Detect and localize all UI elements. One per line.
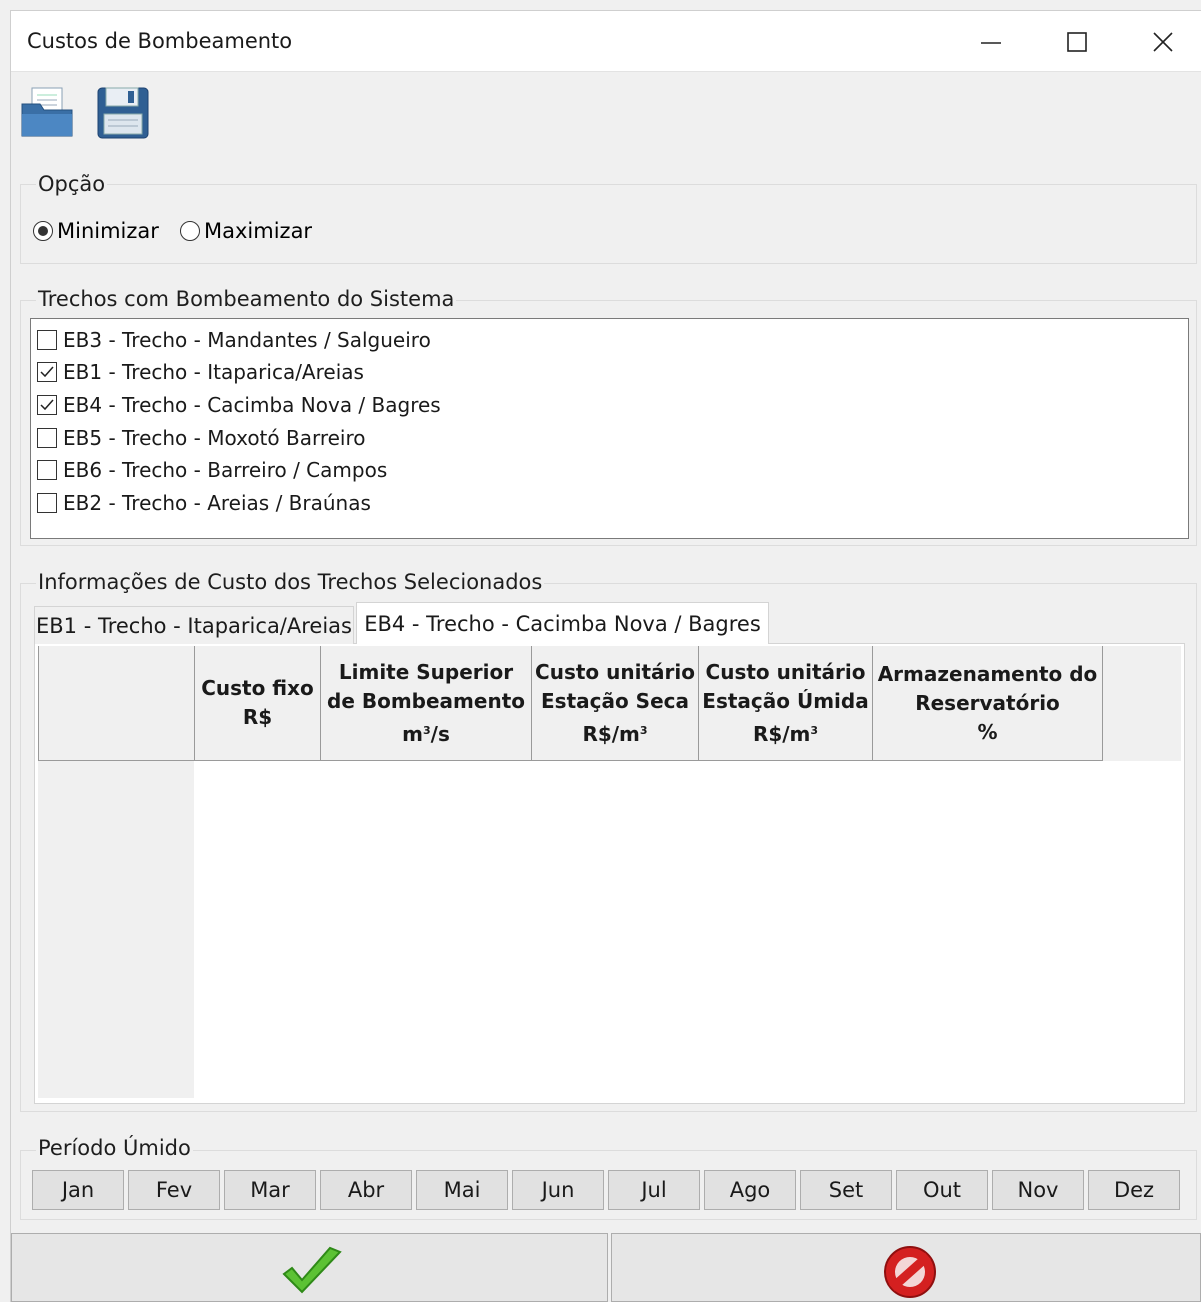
open-button[interactable] (20, 86, 76, 144)
month-button-ago[interactable]: Ago (704, 1170, 796, 1210)
maximize-icon (1067, 32, 1087, 52)
checkbox-unchecked[interactable] (37, 330, 57, 350)
trecho-item-eb3[interactable]: EB3 - Trecho - Mandantes / Salgueiro (37, 325, 431, 355)
checkbox-unchecked[interactable] (37, 428, 57, 448)
tab-eb1[interactable]: EB1 - Trecho - Itaparica/Areias (34, 606, 354, 644)
trechos-checklist[interactable]: EB3 - Trecho - Mandantes / Salgueiro EB1… (30, 318, 1189, 539)
radio-selected-indicator (33, 221, 53, 241)
month-button-fev[interactable]: Fev (128, 1170, 220, 1210)
window-title: Custos de Bombeamento (27, 29, 293, 53)
trecho-item-label: EB3 - Trecho - Mandantes / Salgueiro (63, 328, 431, 352)
maximize-button[interactable] (1035, 11, 1119, 71)
col-header-custo-fixo[interactable]: Custo fixo R$ (195, 646, 321, 761)
col-header-custo-seca[interactable]: Custo unitário Estação Seca R$/m3 (532, 646, 699, 761)
month-button-abr[interactable]: Abr (320, 1170, 412, 1210)
col-header-limite-superior[interactable]: Limite Superior de Bombeamento m3/s (321, 646, 532, 761)
month-button-mar[interactable]: Mar (224, 1170, 316, 1210)
periodo-group-label: Período Úmido (36, 1136, 193, 1160)
floppy-disk-save-icon (97, 87, 149, 139)
open-folder-icon (21, 87, 73, 137)
minimize-icon (981, 42, 1001, 44)
checkmark-icon (40, 399, 54, 411)
month-button-jul[interactable]: Jul (608, 1170, 700, 1210)
close-icon (1153, 32, 1173, 52)
month-button-jan[interactable]: Jan (32, 1170, 124, 1210)
month-button-set[interactable]: Set (800, 1170, 892, 1210)
trecho-item-eb1[interactable]: EB1 - Trecho - Itaparica/Areias (37, 357, 364, 387)
month-button-dez[interactable]: Dez (1088, 1170, 1180, 1210)
red-prohibited-icon (884, 1246, 936, 1298)
opcao-group-label: Opção (36, 172, 108, 196)
trecho-item-label: EB6 - Trecho - Barreiro / Campos (63, 458, 388, 482)
month-button-mai[interactable]: Mai (416, 1170, 508, 1210)
month-button-nov[interactable]: Nov (992, 1170, 1084, 1210)
close-button[interactable] (1121, 11, 1201, 71)
trecho-item-eb6[interactable]: EB6 - Trecho - Barreiro / Campos (37, 455, 387, 485)
info-group-label: Informações de Custo dos Trechos Selecio… (36, 570, 545, 594)
ok-button[interactable] (11, 1233, 608, 1302)
trecho-item-label: EB5 - Trecho - Moxotó Barreiro (63, 426, 366, 450)
trecho-item-label: EB1 - Trecho - Itaparica/Areias (63, 360, 364, 384)
checkmark-icon (40, 366, 54, 378)
trecho-item-eb2[interactable]: EB2 - Trecho - Areias / Braúnas (37, 488, 371, 518)
save-button[interactable] (96, 86, 150, 144)
maximizar-radio[interactable]: Maximizar (180, 219, 312, 243)
checkbox-checked[interactable] (37, 395, 57, 415)
col-header-armazenamento[interactable]: Armazenamento do Reservatório% (873, 646, 1103, 761)
tab-eb4[interactable]: EB4 - Trecho - Cacimba Nova / Bagres (356, 602, 769, 644)
col-header-custo-umida[interactable]: Custo unitário Estação Úmida R$/m3 (699, 646, 873, 761)
cancel-button[interactable] (611, 1233, 1201, 1302)
title-bar: Custos de Bombeamento (11, 11, 1201, 72)
maximizar-label: Maximizar (204, 219, 313, 243)
checkbox-unchecked[interactable] (37, 493, 57, 513)
trechos-group-label: Trechos com Bombeamento do Sistema (36, 287, 457, 311)
trecho-item-eb4[interactable]: EB4 - Trecho - Cacimba Nova / Bagres (37, 390, 441, 420)
minimizar-radio[interactable]: Minimizar (33, 219, 159, 243)
month-button-jun[interactable]: Jun (512, 1170, 604, 1210)
trecho-item-label: EB2 - Trecho - Areias / Braúnas (63, 491, 371, 515)
trecho-item-eb5[interactable]: EB5 - Trecho - Moxotó Barreiro (37, 423, 366, 453)
checkbox-checked[interactable] (37, 362, 57, 382)
grid-header-filler (1103, 646, 1181, 761)
green-checkmark-icon (282, 1246, 342, 1294)
minimize-button[interactable] (949, 11, 1033, 71)
month-button-out[interactable]: Out (896, 1170, 988, 1210)
minimizar-label: Minimizar (57, 219, 159, 243)
trecho-item-label: EB4 - Trecho - Cacimba Nova / Bagres (63, 393, 441, 417)
checkbox-unchecked[interactable] (37, 460, 57, 480)
grid-corner-cell (38, 646, 195, 761)
radio-unselected-indicator (180, 221, 200, 241)
